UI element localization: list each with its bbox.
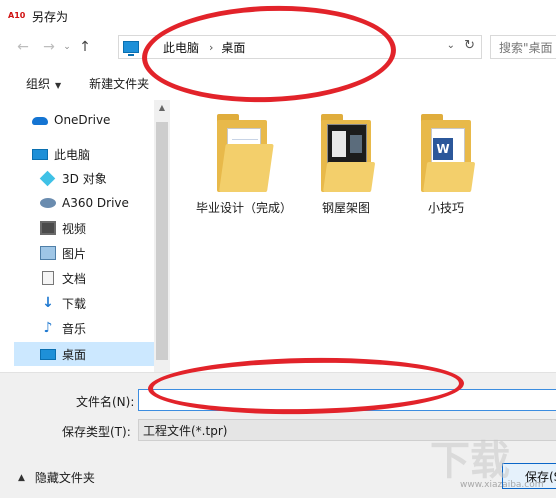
- window-title: 另存为: [32, 9, 69, 24]
- folder-word-icon: W: [417, 114, 476, 194]
- music-icon: ♪: [43, 320, 53, 336]
- sidebar-item-a360-drive[interactable]: A360 Drive: [14, 191, 154, 215]
- organize-button[interactable]: 组织 ▼: [26, 75, 61, 92]
- new-folder-button[interactable]: 新建文件夹: [89, 75, 149, 92]
- this-pc-icon: [123, 41, 139, 56]
- pc-icon: [32, 148, 48, 160]
- command-toolbar: 组织 ▼ 新建文件夹: [0, 68, 556, 98]
- scroll-up-arrow-icon[interactable]: ▲: [154, 100, 170, 116]
- documents-icon: [42, 271, 54, 285]
- onedrive-icon: [32, 113, 48, 127]
- sidebar-item-pictures[interactable]: 图片: [14, 241, 154, 265]
- file-item-steel-roof-truss[interactable]: 钢屋架图: [300, 114, 392, 217]
- file-item-label: 毕业设计（完成）: [196, 201, 293, 215]
- desktop-icon: [40, 348, 56, 360]
- sidebar-item-label: 3D 对象: [62, 171, 107, 186]
- navigation-bar: ← → ⌄ ↑ 此电脑 › 桌面 ⌄ ↻ 搜索"桌面: [0, 32, 556, 62]
- hide-folders-label: 隐藏文件夹: [34, 471, 95, 485]
- file-item-tips[interactable]: W 小技巧: [400, 114, 492, 217]
- file-item-label: 小技巧: [427, 201, 464, 215]
- sidebar-item-downloads[interactable]: ↓ 下载: [14, 291, 154, 315]
- up-arrow-icon[interactable]: ↑: [74, 36, 96, 58]
- navigation-pane: OneDrive 此电脑 3D 对象 A360 Drive 视频 图片 文档 ↓…: [14, 100, 166, 372]
- sidebar-item-label: 音乐: [62, 321, 87, 336]
- sidebar-item-label: 视频: [62, 221, 87, 236]
- address-dropdown-chevron-icon[interactable]: ⌄: [447, 40, 455, 51]
- filetype-label: 保存类型(T):: [62, 425, 131, 439]
- 3d-objects-icon: [39, 170, 56, 186]
- sidebar-item-videos[interactable]: 视频: [14, 216, 154, 240]
- filename-label: 文件名(N):: [76, 395, 135, 409]
- file-item-graduation-design[interactable]: 毕业设计（完成）: [196, 114, 293, 217]
- scrollbar-thumb[interactable]: [156, 122, 168, 360]
- sidebar-item-label: 桌面: [62, 347, 87, 362]
- sidebar-item-documents[interactable]: 文档: [14, 266, 154, 290]
- a360-drive-icon: [40, 198, 56, 208]
- sidebar-item-label: A360 Drive: [62, 196, 129, 210]
- folder-documents-icon: [213, 114, 274, 194]
- file-list-area: 毕业设计（完成） 钢屋架图 W 小技巧: [172, 100, 556, 372]
- sidebar-item-label: 此电脑: [54, 147, 91, 162]
- filetype-select[interactable]: 工程文件(*.tpr): [138, 419, 556, 441]
- address-bar[interactable]: 此电脑 › 桌面 ⌄ ↻: [118, 35, 482, 59]
- sidebar-item-label: 下载: [62, 296, 87, 311]
- app-logo-icon: A10: [8, 11, 26, 20]
- sidebar-item-music[interactable]: ♪ 音乐: [14, 316, 154, 340]
- breadcrumb-desktop[interactable]: 桌面: [221, 39, 245, 56]
- pictures-icon: [40, 246, 56, 260]
- save-form-panel: 文件名(N): 保存类型(T): 工程文件(*.tpr) ▲ 隐藏文件夹 保存(…: [0, 373, 556, 498]
- folder-image-icon: [317, 114, 376, 194]
- filename-input[interactable]: [138, 389, 556, 411]
- hide-folders-button[interactable]: ▲ 隐藏文件夹: [18, 469, 95, 486]
- save-button[interactable]: 保存(S): [502, 463, 556, 489]
- back-arrow-icon[interactable]: ←: [12, 36, 34, 58]
- word-document-icon: W: [433, 138, 453, 160]
- sidebar-item-3d-objects[interactable]: 3D 对象: [14, 166, 154, 190]
- refresh-icon[interactable]: ↻: [464, 38, 475, 53]
- sidebar-item-desktop[interactable]: 桌面: [14, 342, 154, 366]
- sidebar-item-label: OneDrive: [54, 113, 111, 127]
- navigation-pane-scrollbar[interactable]: ▲: [154, 100, 170, 372]
- organize-label: 组织: [26, 76, 51, 91]
- download-icon: ↓: [42, 295, 54, 311]
- search-input[interactable]: 搜索"桌面: [490, 35, 556, 59]
- sidebar-item-label: 图片: [62, 246, 87, 261]
- sidebar-item-onedrive[interactable]: OneDrive: [14, 108, 154, 132]
- breadcrumb-this-pc[interactable]: 此电脑: [163, 39, 199, 56]
- video-icon: [40, 221, 56, 235]
- organize-caret-icon: ▼: [55, 80, 62, 90]
- breadcrumb-separator-icon: ›: [209, 40, 214, 54]
- recent-locations-chevron-icon[interactable]: ⌄: [60, 36, 74, 58]
- chevron-up-icon: ▲: [18, 472, 25, 483]
- file-item-label: 钢屋架图: [321, 201, 370, 215]
- sidebar-item-label: 文档: [62, 271, 87, 286]
- title-bar: A10 另存为: [0, 0, 556, 32]
- forward-arrow-icon[interactable]: →: [38, 36, 60, 58]
- sidebar-item-this-pc[interactable]: 此电脑: [14, 142, 154, 166]
